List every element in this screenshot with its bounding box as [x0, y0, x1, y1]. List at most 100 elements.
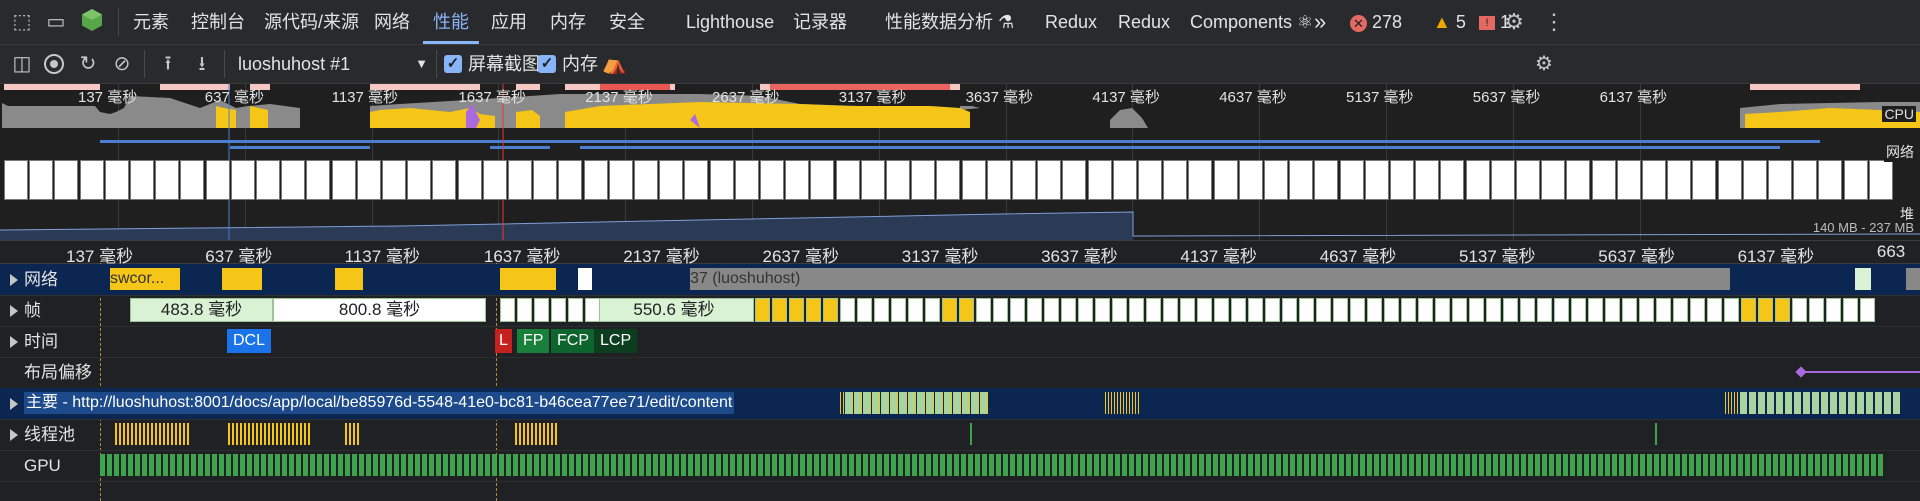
tab-performance-insights[interactable]: 性能数据分析 ⚗: [885, 0, 1014, 44]
thread-pool-task[interactable]: [531, 423, 533, 445]
screenshot-thumbnail[interactable]: [356, 160, 381, 200]
thread-pool-task[interactable]: [353, 423, 355, 445]
gpu-task[interactable]: [310, 454, 315, 476]
main-thread-task[interactable]: [1105, 392, 1106, 414]
network-request-bar[interactable]: [1906, 268, 1920, 290]
frame-block[interactable]: [1163, 298, 1178, 322]
thread-pool-task[interactable]: [123, 423, 125, 445]
thread-pool-task[interactable]: [280, 423, 282, 445]
network-request-bar[interactable]: swcor...: [110, 268, 180, 290]
expand-network-icon[interactable]: [10, 274, 18, 286]
gpu-task[interactable]: [324, 454, 329, 476]
thread-pool-task[interactable]: [147, 423, 149, 445]
frame-block[interactable]: [1435, 298, 1450, 322]
gpu-task[interactable]: [863, 454, 868, 476]
gpu-task[interactable]: [835, 454, 840, 476]
gpu-task[interactable]: [1045, 454, 1050, 476]
vue-devtools-icon[interactable]: [78, 8, 106, 36]
gpu-task[interactable]: [1178, 454, 1183, 476]
thread-pool-task[interactable]: [236, 423, 238, 445]
gpu-task[interactable]: [527, 454, 532, 476]
frame-block[interactable]: [1724, 298, 1739, 322]
frame-block[interactable]: [1622, 298, 1637, 322]
main-thread-task[interactable]: [861, 392, 862, 414]
frame-block[interactable]: [942, 298, 957, 322]
screenshot-thumbnail[interactable]: [256, 160, 280, 200]
gpu-task[interactable]: [450, 454, 455, 476]
gpu-task[interactable]: [191, 454, 196, 476]
gpu-task[interactable]: [205, 454, 210, 476]
thread-pool-task[interactable]: [155, 423, 157, 445]
thread-pool-task[interactable]: [187, 423, 189, 445]
gpu-task[interactable]: [268, 454, 273, 476]
frame-block[interactable]: [1639, 298, 1654, 322]
gpu-task[interactable]: [114, 454, 119, 476]
main-thread-task[interactable]: [978, 392, 979, 414]
screenshot-thumbnail[interactable]: [306, 160, 331, 200]
gpu-task[interactable]: [1255, 454, 1260, 476]
thread-pool-task[interactable]: [183, 423, 185, 445]
gpu-task[interactable]: [1626, 454, 1631, 476]
thread-pool-task[interactable]: [308, 423, 310, 445]
screenshot-thumbnail[interactable]: [1440, 160, 1465, 200]
thread-pool-task[interactable]: [151, 423, 153, 445]
gpu-track[interactable]: GPU: [0, 450, 1920, 482]
frame-block[interactable]: [1044, 298, 1059, 322]
thread-pool-task[interactable]: [244, 423, 246, 445]
main-thread-task[interactable]: [1138, 392, 1139, 414]
gpu-task[interactable]: [1675, 454, 1680, 476]
tab-redux-2[interactable]: Redux: [1118, 0, 1170, 44]
gpu-task[interactable]: [1416, 454, 1421, 476]
main-thread-task[interactable]: [935, 392, 942, 414]
frame-block[interactable]: [585, 298, 600, 322]
gpu-task[interactable]: [1584, 454, 1589, 476]
gpu-task[interactable]: [1164, 454, 1169, 476]
frame-block[interactable]: [1129, 298, 1144, 322]
screenshot-thumbnail[interactable]: [1541, 160, 1566, 200]
thread-pool-task[interactable]: [179, 423, 181, 445]
gpu-task[interactable]: [296, 454, 301, 476]
gpu-task[interactable]: [632, 454, 637, 476]
gpu-task[interactable]: [1220, 454, 1225, 476]
gpu-task[interactable]: [814, 454, 819, 476]
frame-block[interactable]: [1758, 298, 1773, 322]
thread-pool-task[interactable]: [143, 423, 145, 445]
download-profile-icon[interactable]: ⭳: [188, 50, 216, 78]
gpu-task[interactable]: [1108, 454, 1113, 476]
screenshot-thumbnail[interactable]: [1112, 160, 1137, 200]
thread-pool-task[interactable]: [535, 423, 537, 445]
load-marker[interactable]: L: [495, 329, 512, 353]
screenshot-thumbnail[interactable]: [860, 160, 885, 200]
gpu-task[interactable]: [163, 454, 168, 476]
frame-block[interactable]: [993, 298, 1008, 322]
gpu-task[interactable]: [1766, 454, 1771, 476]
gpu-task[interactable]: [1563, 454, 1568, 476]
gpu-task[interactable]: [758, 454, 763, 476]
screenshot-thumbnail[interactable]: [1213, 160, 1238, 200]
gpu-task[interactable]: [583, 454, 588, 476]
gpu-task[interactable]: [226, 454, 231, 476]
network-request-bar[interactable]: [1855, 268, 1871, 290]
screenshot-thumbnail[interactable]: [1667, 160, 1692, 200]
frame-block[interactable]: [1554, 298, 1569, 322]
gpu-task[interactable]: [506, 454, 511, 476]
screenshot-thumbnail[interactable]: [1364, 160, 1389, 200]
frames-track[interactable]: 帧 483.8 毫秒 800.8 毫秒 550.6 毫秒: [0, 295, 1920, 327]
gpu-task[interactable]: [1031, 454, 1036, 476]
gpu-task[interactable]: [1101, 454, 1106, 476]
main-thread-task[interactable]: [888, 392, 889, 414]
main-thread-task[interactable]: [1803, 392, 1810, 414]
screenshot-thumbnail[interactable]: [634, 160, 658, 200]
screenshot-thumbnail[interactable]: [1390, 160, 1414, 200]
main-thread-task[interactable]: [1794, 392, 1801, 414]
gpu-task[interactable]: [1318, 454, 1323, 476]
gpu-task[interactable]: [1206, 454, 1211, 476]
main-thread-task[interactable]: [1108, 392, 1109, 414]
thread-pool-task[interactable]: [232, 423, 234, 445]
thread-pool-task[interactable]: [970, 423, 972, 445]
gpu-task[interactable]: [149, 454, 154, 476]
gpu-task[interactable]: [912, 454, 917, 476]
warning-count[interactable]: ▲ 5: [1433, 0, 1466, 44]
gpu-task[interactable]: [590, 454, 595, 476]
tab-recorder[interactable]: 记录器: [793, 0, 847, 44]
